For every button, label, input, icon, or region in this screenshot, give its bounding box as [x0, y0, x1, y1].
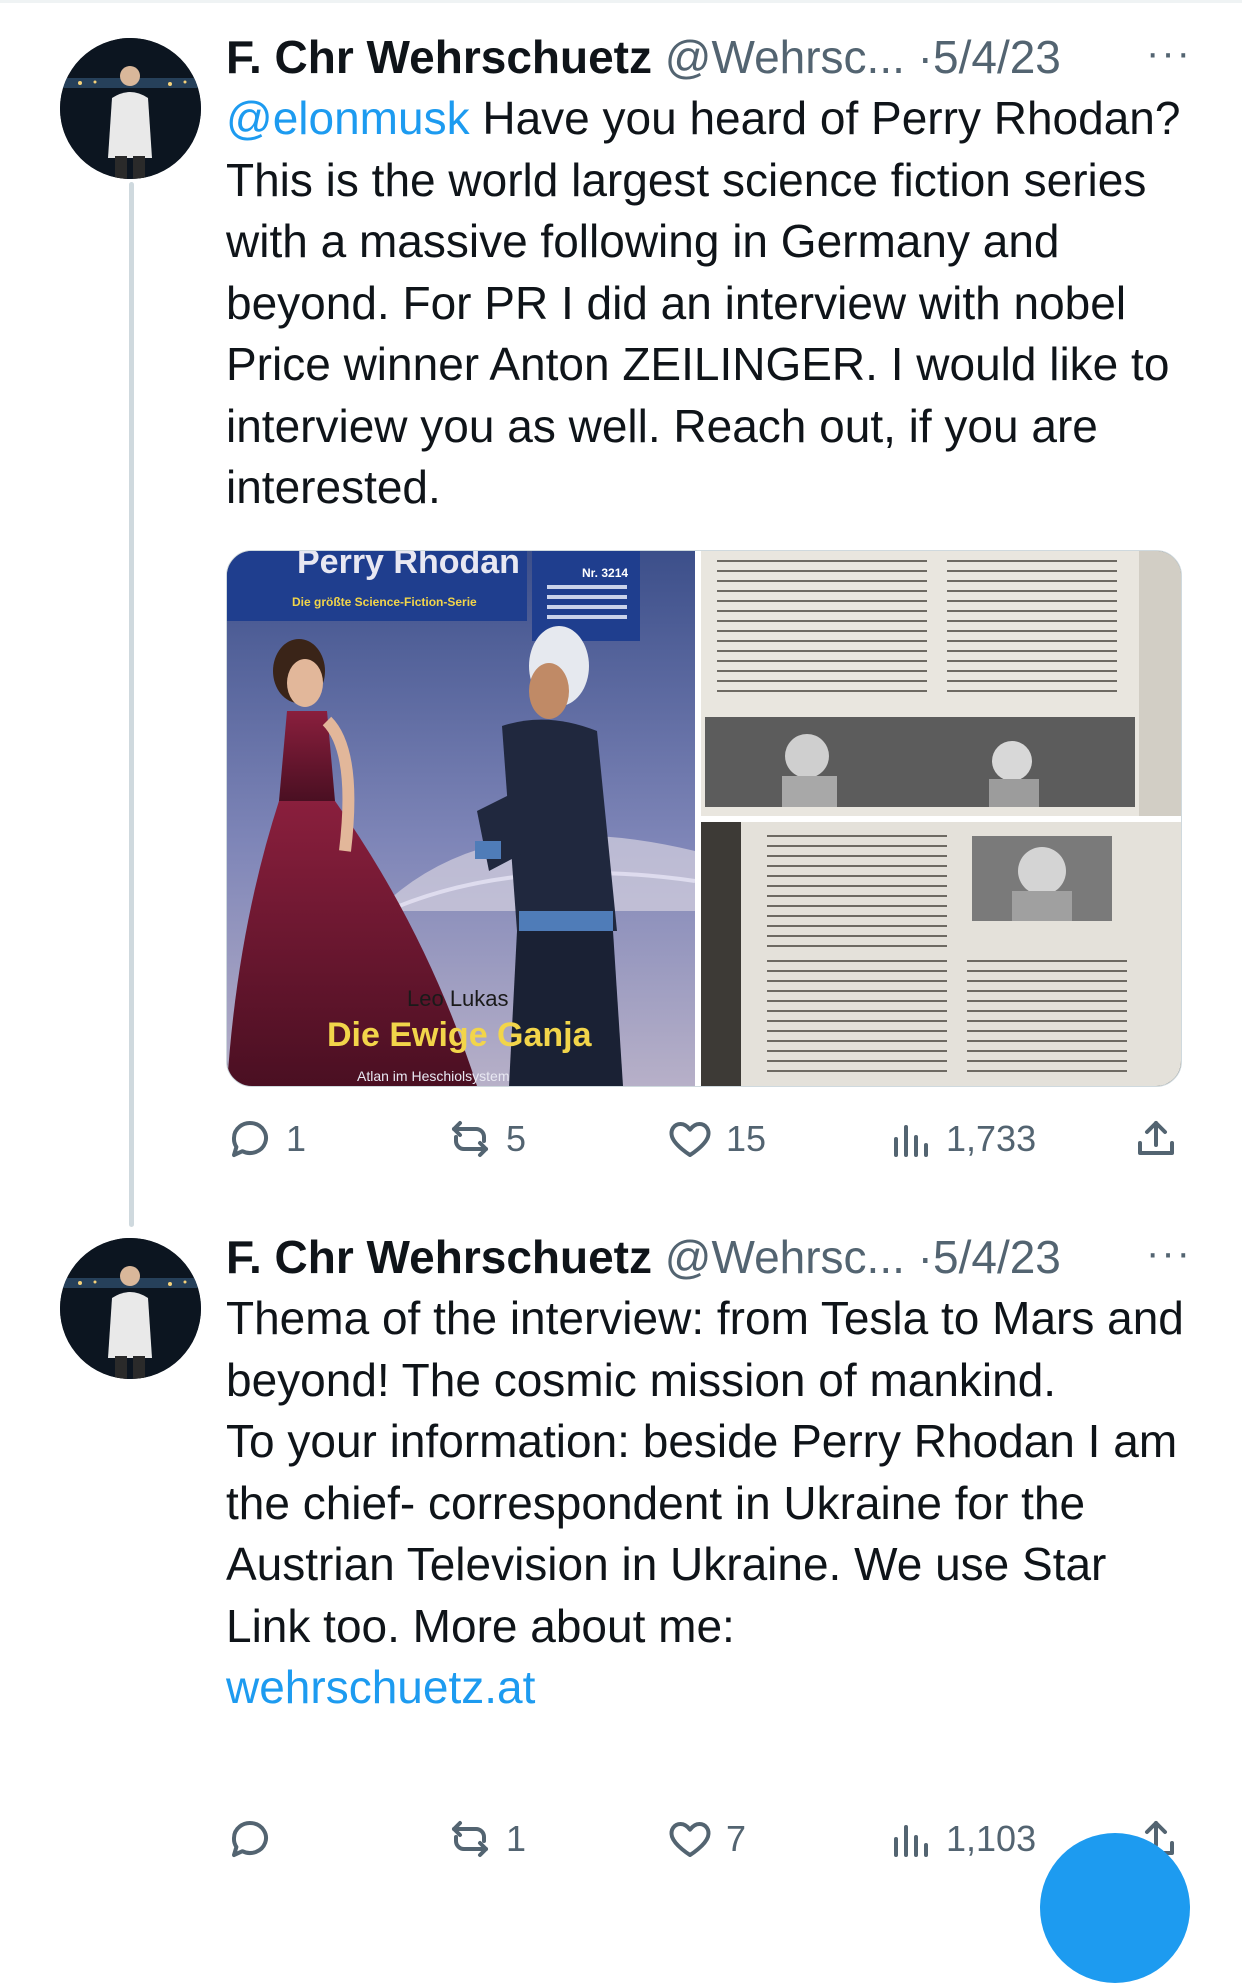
- article-page-image-top[interactable]: [701, 551, 1181, 816]
- repost-button[interactable]: 1: [446, 1809, 526, 1869]
- like-button[interactable]: 7: [666, 1809, 746, 1869]
- views-button[interactable]: 1,103: [886, 1809, 1036, 1869]
- tweet-text: Thema of the interview: from Tesla to Ma…: [226, 1288, 1186, 1719]
- tweet-text: @elonmusk Have you heard of Perry Rhodan…: [226, 88, 1186, 519]
- tweet-text-body: Have you heard of Perry Rhodan? This is …: [226, 92, 1181, 513]
- cover-title: Die Ewige Ganja: [327, 1016, 593, 1054]
- tweet-date[interactable]: 5/4/23: [933, 1231, 1061, 1283]
- avatar[interactable]: [60, 38, 201, 179]
- author-handle[interactable]: @Wehrsc...: [665, 1231, 905, 1283]
- tweet-paragraph: Thema of the interview: from Tesla to Ma…: [226, 1292, 1184, 1406]
- author-name[interactable]: F. Chr Wehrschuetz: [226, 31, 652, 83]
- magazine-cover-image[interactable]: Perry Rhodan Die größte Science-Fiction-…: [227, 551, 696, 1086]
- avatar[interactable]: [60, 1238, 201, 1379]
- like-button[interactable]: 15: [666, 1109, 766, 1169]
- views-count: 1,733: [946, 1118, 1037, 1159]
- avatar-image: [60, 38, 201, 179]
- tweet[interactable]: F. Chr Wehrschuetz @Wehrsc... ·5/4/23 ··…: [226, 27, 1190, 519]
- share-icon: [1138, 1121, 1174, 1155]
- views-icon: [894, 1825, 928, 1857]
- cover-author: Leo Lukas: [407, 986, 509, 1011]
- reply-icon: [231, 1121, 268, 1157]
- like-count: 15: [726, 1118, 767, 1159]
- separator-dot: ·: [917, 31, 933, 83]
- repost-button[interactable]: 5: [446, 1109, 526, 1169]
- mention-link[interactable]: @elonmusk: [226, 92, 470, 144]
- avatar-image: [60, 1238, 201, 1379]
- cover-tagline: Die größte Science-Fiction-Serie: [292, 595, 477, 609]
- cover-issue: Nr. 3214: [582, 566, 628, 580]
- separator-dot: ·: [917, 1231, 933, 1283]
- tweet-media[interactable]: Perry Rhodan Die größte Science-Fiction-…: [226, 550, 1182, 1087]
- thread-connector-line: [129, 182, 134, 1227]
- like-icon: [669, 1822, 711, 1857]
- share-button[interactable]: [1132, 1109, 1180, 1169]
- profile-website-link[interactable]: wehrschuetz.at: [226, 1657, 1186, 1719]
- views-button[interactable]: 1,733: [886, 1109, 1036, 1169]
- repost-count: 1: [506, 1818, 527, 1859]
- author-handle[interactable]: @Wehrsc...: [665, 31, 905, 83]
- like-count: 7: [726, 1818, 747, 1859]
- tweet[interactable]: F. Chr Wehrschuetz @Wehrsc... ·5/4/23 ··…: [226, 1227, 1190, 1719]
- repost-icon: [452, 1121, 488, 1157]
- reply-button[interactable]: [226, 1809, 274, 1869]
- top-divider: [0, 0, 1242, 3]
- tweet-header: F. Chr Wehrschuetz @Wehrsc... ·5/4/23 ··…: [226, 27, 1190, 87]
- tweet-paragraph: To your information: beside Perry Rhodan…: [226, 1415, 1178, 1652]
- tweet-actions: 1 5 15 1,733: [226, 1109, 1186, 1169]
- views-count: 1,103: [946, 1818, 1037, 1859]
- more-icon[interactable]: ···: [1146, 23, 1192, 83]
- more-icon[interactable]: ···: [1146, 1223, 1192, 1283]
- tweet-date[interactable]: 5/4/23: [933, 31, 1061, 83]
- like-icon: [669, 1122, 711, 1157]
- repost-icon: [452, 1821, 488, 1857]
- reply-icon: [231, 1821, 268, 1857]
- tweet-header: F. Chr Wehrschuetz @Wehrsc... ·5/4/23 ··…: [226, 1227, 1190, 1287]
- author-name[interactable]: F. Chr Wehrschuetz: [226, 1231, 652, 1283]
- views-icon: [894, 1125, 928, 1157]
- cover-brand: Perry Rhodan: [297, 551, 520, 581]
- reply-button[interactable]: 1: [226, 1109, 306, 1169]
- cover-subtitle: Atlan im Heschiolsystem: [357, 1068, 510, 1084]
- reply-count: 1: [286, 1118, 307, 1159]
- repost-count: 5: [506, 1118, 527, 1159]
- compose-button[interactable]: [1040, 1833, 1190, 1983]
- article-page-image-bottom[interactable]: [701, 822, 1181, 1086]
- tweet-actions: 1 7 1,103: [226, 1809, 1186, 1869]
